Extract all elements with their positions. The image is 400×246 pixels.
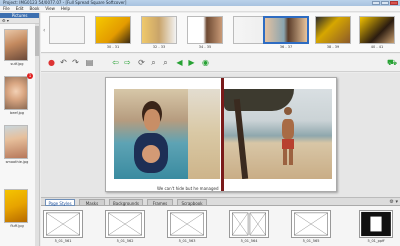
refresh-icon[interactable]: ◉ xyxy=(201,58,210,67)
menu-edit[interactable]: Edit xyxy=(16,6,24,11)
cart-icon[interactable]: ⛟ xyxy=(387,58,397,67)
page-styles-row: 5_01_561 5_01_562 5_01_563 5_01_564 5_01… xyxy=(41,206,400,246)
page-thumb-2[interactable] xyxy=(95,16,131,44)
minimize-button[interactable] xyxy=(372,1,380,5)
style-thumb-3[interactable] xyxy=(167,210,207,238)
library-tabs: Page Styles Masks Backgrounds Frames Scr… xyxy=(41,197,400,206)
style-thumb-6[interactable] xyxy=(359,210,393,238)
tab-page-styles[interactable]: Page Styles xyxy=(45,199,75,206)
move-left-icon[interactable]: ⇦ xyxy=(111,58,120,67)
style-thumb-4[interactable] xyxy=(229,210,269,238)
editor-toolbar: ● ↶ ↷ ▤ ⇦ ⇨ ⟳ ⌕ ⌕ ◀ ▶ ◉ ⛟ xyxy=(41,54,400,72)
menu-bar: File Edit Book View Help xyxy=(0,6,400,12)
scrollbar-thumb[interactable] xyxy=(35,26,39,56)
usage-count-badge: 1 xyxy=(27,73,33,79)
tab-frames[interactable]: Frames xyxy=(147,199,173,206)
picture-caption-4: fluff.jpg xyxy=(10,224,24,228)
page-thumb-8[interactable] xyxy=(359,16,395,44)
style-caption-2: 5_01_562 xyxy=(116,239,134,243)
rotate-icon[interactable]: ⟳ xyxy=(137,58,146,67)
page-thumb-7[interactable] xyxy=(315,16,351,44)
maximize-button[interactable] xyxy=(381,1,389,5)
photo-mother-baby[interactable] xyxy=(114,89,188,179)
style-caption-1: 5_01_561 xyxy=(54,239,72,243)
page-caption-6: 36 - 37 xyxy=(279,45,293,49)
page-strip: ‹ 30 - 31 32 - 33 34 - 35 36 - 37 38 - 3… xyxy=(41,13,400,53)
page-caption-3: 32 - 33 xyxy=(152,45,166,49)
arrow-left-icon[interactable]: ◀ xyxy=(175,58,184,67)
pictures-panel: Pictures ⚙ ▾ sutf.jpg 1 beef.jpg smoothi… xyxy=(0,13,40,246)
tab-options-icon[interactable]: ⚙ ▾ xyxy=(389,199,398,206)
style-caption-3: 5_01_563 xyxy=(178,239,196,243)
page-caption-4: 34 - 35 xyxy=(198,45,212,49)
page-caption-8: 40 - 41 xyxy=(370,45,384,49)
delete-icon[interactable]: ● xyxy=(47,58,56,67)
style-thumb-2[interactable] xyxy=(105,210,145,238)
photo-beach-left[interactable] xyxy=(188,89,220,179)
picture-caption-1: sutf.jpg xyxy=(10,62,24,66)
page-spread[interactable]: We can't hide but he managed xyxy=(105,77,337,192)
page-thumb-4[interactable] xyxy=(187,16,223,44)
style-caption-5: 5_01_565 xyxy=(302,239,320,243)
save-icon[interactable]: ▤ xyxy=(85,58,94,67)
menu-help[interactable]: Help xyxy=(61,6,70,11)
window-controls xyxy=(372,1,398,5)
window-title: Project: IMG0123 54/0077.07 - [Full Spre… xyxy=(3,0,127,5)
page-caption-text[interactable]: We can't hide but he managed xyxy=(157,186,219,191)
pictures-scrollbar[interactable] xyxy=(35,24,39,246)
tab-backgrounds[interactable]: Backgrounds xyxy=(109,199,143,206)
page-thumb-6-selected[interactable] xyxy=(263,16,309,44)
pictures-panel-tools[interactable]: ⚙ ▾ xyxy=(0,18,39,24)
page-thumb-3[interactable] xyxy=(141,16,177,44)
style-thumb-5[interactable] xyxy=(291,210,331,238)
menu-book[interactable]: Book xyxy=(29,6,39,11)
app-window: Project: IMG0123 54/0077.07 - [Full Spre… xyxy=(0,0,400,246)
photo-father-baby-beach[interactable] xyxy=(224,89,332,179)
page-caption-2: 30 - 31 xyxy=(106,45,120,49)
close-button[interactable] xyxy=(390,1,398,5)
picture-thumb-4[interactable] xyxy=(4,189,28,223)
page-caption-7: 38 - 39 xyxy=(326,45,340,49)
page-canvas: We can't hide but he managed xyxy=(41,73,400,197)
move-right-icon[interactable]: ⇨ xyxy=(123,58,132,67)
menu-file[interactable]: File xyxy=(3,6,10,11)
menu-view[interactable]: View xyxy=(45,6,55,11)
redo-icon[interactable]: ↷ xyxy=(71,58,80,67)
style-thumb-1[interactable] xyxy=(43,210,83,238)
picture-thumb-3[interactable] xyxy=(4,125,28,159)
tab-scrapbook[interactable]: Scrapbook xyxy=(177,199,207,206)
zoom-out-icon[interactable]: ⌕ xyxy=(161,58,170,67)
strip-left-arrow-icon[interactable]: ‹ xyxy=(43,27,48,35)
zoom-in-icon[interactable]: ⌕ xyxy=(149,58,158,67)
picture-thumb-1[interactable] xyxy=(4,29,28,61)
picture-thumb-2[interactable] xyxy=(4,76,28,110)
style-caption-6: 5_01_ppff xyxy=(367,239,385,243)
style-caption-4: 5_01_564 xyxy=(240,239,258,243)
arrow-right-icon[interactable]: ▶ xyxy=(187,58,196,67)
picture-caption-3: smoothie.jpg xyxy=(5,160,29,164)
page-thumb-1[interactable] xyxy=(49,16,85,44)
undo-icon[interactable]: ↶ xyxy=(59,58,68,67)
picture-caption-2: beef.jpg xyxy=(9,111,25,115)
tab-masks[interactable]: Masks xyxy=(79,199,105,206)
